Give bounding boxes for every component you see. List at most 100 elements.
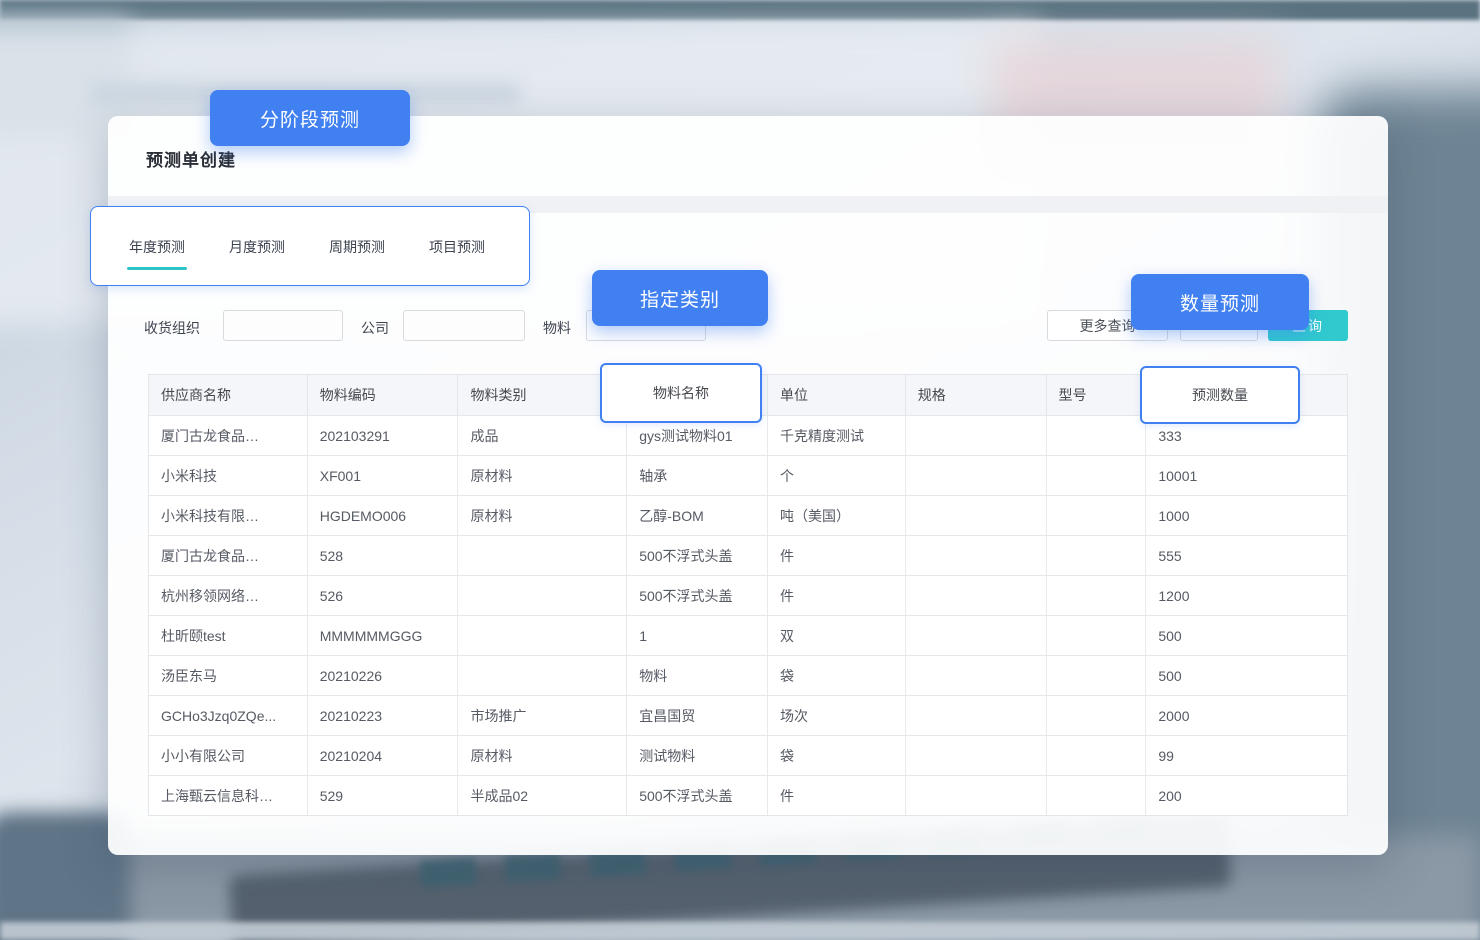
table-cell — [906, 696, 1047, 735]
table-cell: 20210226 — [308, 656, 459, 695]
table-cell — [906, 736, 1047, 775]
column-header: 物料编码 — [308, 375, 459, 415]
table-cell: 半成品02 — [458, 776, 627, 815]
table-row: 厦门古龙食品…528500不浮式头盖件555 — [149, 535, 1347, 575]
company-input[interactable] — [403, 310, 525, 341]
table-row: 小米科技有限…HGDEMO006原材料乙醇-BOM吨（美国）1000 — [149, 495, 1347, 535]
table-cell: 小米科技 — [149, 456, 308, 495]
table-cell: GCHo3Jzq0ZQe... — [149, 696, 308, 735]
table-cell — [458, 576, 627, 615]
table-cell: 场次 — [768, 696, 906, 735]
table-cell: 测试物料 — [627, 736, 768, 775]
table-row: 杭州移领网络…526 500不浮式头盖件 1200 — [149, 575, 1347, 615]
table-cell: 汤臣东马 — [149, 656, 308, 695]
table-cell: 528 — [308, 536, 459, 575]
table-cell: 500不浮式头盖 — [627, 776, 768, 815]
table-cell: 小小有限公司 — [149, 736, 308, 775]
table-cell — [1047, 696, 1147, 735]
active-tab-underline — [127, 267, 187, 270]
material-label: 物料 — [543, 318, 571, 338]
column-header: 规格 — [906, 375, 1047, 415]
table-row: 汤臣东马20210226物料袋500 — [149, 655, 1347, 695]
table-cell — [906, 456, 1047, 495]
table-cell: 上海甄云信息科… — [149, 776, 308, 815]
table-cell: 原材料 — [458, 496, 627, 535]
table-cell — [906, 416, 1047, 455]
table-cell: 千克精度测试 — [768, 416, 906, 455]
table-cell: 物料 — [627, 656, 768, 695]
table-cell: 杜昕颐test — [149, 616, 308, 655]
table-cell — [906, 656, 1047, 695]
table-cell: HGDEMO006 — [308, 496, 459, 535]
table-row: GCHo3Jzq0ZQe...20210223市场推广宜昌国贸场次 2000 — [149, 695, 1347, 735]
table-cell — [1047, 736, 1147, 775]
table-cell — [906, 536, 1047, 575]
table-cell: 10001 — [1146, 456, 1347, 495]
table-cell: 袋 — [768, 736, 906, 775]
table-cell: 1000 — [1146, 496, 1347, 535]
table-cell — [1047, 456, 1147, 495]
tab-2[interactable]: 周期预测 — [329, 237, 385, 257]
table-cell: 1200 — [1146, 576, 1347, 615]
material-name-column-highlight: 物料名称 — [600, 363, 762, 423]
page-title: 预测单创建 — [146, 146, 236, 171]
table-cell: 件 — [768, 536, 906, 575]
table-cell — [1047, 416, 1147, 455]
receiving-org-label: 收货组织 — [144, 318, 200, 338]
table-cell: 529 — [308, 776, 459, 815]
table-cell: 轴承 — [627, 456, 768, 495]
table-cell: 原材料 — [458, 736, 627, 775]
table-row: 小米科技XF001原材料轴承个10001 — [149, 455, 1347, 495]
table-cell: 小米科技有限… — [149, 496, 308, 535]
table-cell: 20210204 — [308, 736, 459, 775]
table-cell — [1047, 656, 1147, 695]
table-cell: 1 — [627, 616, 768, 655]
table-cell — [906, 776, 1047, 815]
receiving-org-input[interactable] — [223, 310, 343, 341]
tab-0[interactable]: 年度预测 — [129, 237, 185, 257]
company-label: 公司 — [361, 318, 389, 338]
table-cell: 99 — [1146, 736, 1347, 775]
screenshot-root: 预测单创建 年度预测月度预测周期预测项目预测 收货组织 公司 物料 更多查询 查… — [0, 0, 1480, 940]
table-row: 小小有限公司20210204原材料测试物料袋 99 — [149, 735, 1347, 775]
table-cell: 500 — [1146, 656, 1347, 695]
table-cell: 200 — [1146, 776, 1347, 815]
table-cell: 厦门古龙食品… — [149, 416, 308, 455]
table-cell: 杭州移领网络… — [149, 576, 308, 615]
table-cell: 526 — [308, 576, 459, 615]
table-cell: 原材料 — [458, 456, 627, 495]
table-cell — [1047, 496, 1147, 535]
table-cell: 202103291 — [308, 416, 459, 455]
table-cell: 厦门古龙食品… — [149, 536, 308, 575]
tab-1[interactable]: 月度预测 — [229, 237, 285, 257]
table-cell — [458, 656, 627, 695]
column-header: 型号 — [1047, 375, 1147, 415]
forecast-qty-column-highlight: 预测数量 — [1140, 366, 1300, 424]
table-cell: 件 — [768, 776, 906, 815]
table-cell — [458, 536, 627, 575]
table-cell: 500不浮式头盖 — [627, 576, 768, 615]
tab-bar: 年度预测 月度预测 周期预测 项目预测 — [129, 237, 485, 257]
table-cell: 双 — [768, 616, 906, 655]
tab-3[interactable]: 项目预测 — [429, 237, 485, 257]
table-row: 上海甄云信息科…529半成品02500不浮式头盖件 200 — [149, 775, 1347, 815]
bg-bottom-strip-blur — [0, 922, 1480, 940]
table-cell — [1047, 616, 1147, 655]
table-cell — [906, 576, 1047, 615]
table-cell: 吨（美国） — [768, 496, 906, 535]
table-cell — [1047, 776, 1147, 815]
table-cell — [1047, 576, 1147, 615]
table-cell: 500 — [1146, 616, 1347, 655]
phased-forecast-badge: 分阶段预测 — [210, 90, 410, 146]
table-cell: 件 — [768, 576, 906, 615]
table-cell: 20210223 — [308, 696, 459, 735]
quantity-forecast-badge: 数量预测 — [1131, 274, 1309, 330]
table-cell: 2000 — [1146, 696, 1347, 735]
table-cell: 宜昌国贸 — [627, 696, 768, 735]
column-header: 供应商名称 — [149, 375, 308, 415]
table-cell: 555 — [1146, 536, 1347, 575]
forecast-tab-box: 年度预测 月度预测 周期预测 项目预测 — [90, 206, 530, 286]
table-cell: 市场推广 — [458, 696, 627, 735]
table-body: 厦门古龙食品…202103291成品gys测试物料01千克精度测试333小米科技… — [149, 415, 1347, 815]
forecast-table: 供应商名称物料编码物料类别物料名称单位规格型号预测数量 厦门古龙食品…20210… — [148, 374, 1348, 816]
